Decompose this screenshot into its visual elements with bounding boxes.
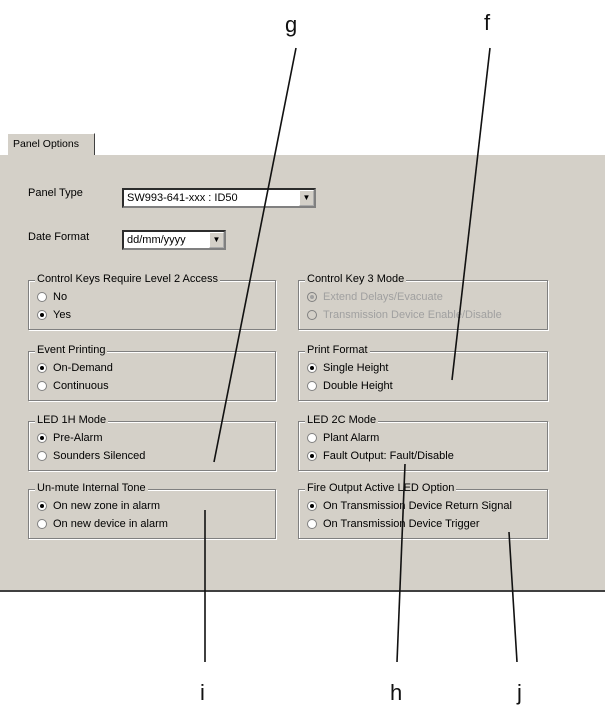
led-2c-group: LED 2C Mode Plant Alarm Fault Output: Fa… — [298, 414, 548, 471]
group-title: LED 2C Mode — [305, 414, 379, 426]
option-label: Transmission Device Enable/Disable — [323, 309, 502, 321]
print-format-group: Print Format Single Height Double Height — [298, 344, 548, 401]
option-label: Extend Delays/Evacuate — [323, 291, 443, 303]
radio-new-zone[interactable]: On new zone in alarm — [37, 500, 160, 512]
radio-continuous[interactable]: Continuous — [37, 380, 109, 392]
fire-output-led-group: Fire Output Active LED Option On Transmi… — [298, 482, 548, 539]
radio-transmission-enable[interactable]: Transmission Device Enable/Disable — [307, 309, 502, 321]
group-title: Print Format — [305, 344, 370, 356]
radio-pre-alarm[interactable]: Pre-Alarm — [37, 432, 103, 444]
date-format-select[interactable]: dd/mm/yyyy ▼ — [122, 230, 226, 250]
radio-sounders-silenced[interactable]: Sounders Silenced — [37, 450, 145, 462]
radio-selected-icon — [307, 501, 317, 511]
option-label: Pre-Alarm — [53, 432, 103, 444]
radio-selected-icon — [307, 363, 317, 373]
radio-icon — [37, 519, 47, 529]
radio-icon — [37, 292, 47, 302]
panel-type-select[interactable]: SW993-641-xxx : ID50 ▼ — [122, 188, 316, 208]
date-format-value: dd/mm/yyyy — [127, 234, 186, 246]
group-title: Control Keys Require Level 2 Access — [35, 273, 220, 285]
radio-selected-icon — [37, 310, 47, 320]
radio-on-demand[interactable]: On-Demand — [37, 362, 113, 374]
date-format-label: Date Format — [28, 231, 90, 243]
radio-icon — [307, 381, 317, 391]
radio-selected-icon — [37, 363, 47, 373]
chevron-down-icon[interactable]: ▼ — [299, 190, 314, 206]
radio-extend-delays[interactable]: Extend Delays/Evacuate — [307, 291, 443, 303]
panel-type-value: SW993-641-xxx : ID50 — [127, 192, 238, 204]
option-label: On Transmission Device Return Signal — [323, 500, 512, 512]
option-label: Single Height — [323, 362, 389, 374]
radio-icon — [37, 451, 47, 461]
panel-type-label: Panel Type — [28, 187, 83, 199]
option-label: Sounders Silenced — [53, 450, 146, 462]
radio-return-signal[interactable]: On Transmission Device Return Signal — [307, 500, 512, 512]
radio-selected-icon — [307, 451, 317, 461]
callout-h: h — [390, 680, 403, 705]
callout-j: j — [517, 680, 522, 705]
group-title: Control Key 3 Mode — [305, 273, 407, 285]
group-title: Event Printing — [35, 344, 108, 356]
option-label: Yes — [53, 309, 71, 321]
radio-icon — [307, 519, 317, 529]
radio-device-trigger[interactable]: On Transmission Device Trigger — [307, 518, 480, 530]
radio-single-height[interactable]: Single Height — [307, 362, 388, 374]
panel-bottom-border — [0, 590, 605, 592]
radio-fault-output[interactable]: Fault Output: Fault/Disable — [307, 450, 454, 462]
radio-no[interactable]: No — [37, 291, 67, 303]
radio-icon — [307, 433, 317, 443]
radio-icon — [307, 310, 317, 320]
callout-f: f — [484, 10, 491, 35]
group-title: Fire Output Active LED Option — [305, 482, 457, 494]
option-label: Double Height — [323, 380, 393, 392]
option-label: On Transmission Device Trigger — [323, 518, 480, 530]
option-label: On-Demand — [53, 362, 113, 374]
radio-yes[interactable]: Yes — [37, 309, 71, 321]
radio-selected-icon — [37, 433, 47, 443]
group-title: LED 1H Mode — [35, 414, 109, 426]
radio-selected-icon — [307, 292, 317, 302]
group-title: Un-mute Internal Tone — [35, 482, 148, 494]
tab-panel-options[interactable]: Panel Options — [7, 133, 95, 155]
radio-new-device[interactable]: On new device in alarm — [37, 518, 168, 530]
radio-selected-icon — [37, 501, 47, 511]
chevron-down-icon[interactable]: ▼ — [209, 232, 224, 248]
option-label: No — [53, 291, 68, 303]
control-keys-group: Control Keys Require Level 2 Access No Y… — [28, 273, 276, 330]
callout-g: g — [285, 12, 298, 37]
option-label: Continuous — [53, 380, 109, 392]
option-label: On new device in alarm — [53, 518, 168, 530]
event-printing-group: Event Printing On-Demand Continuous — [28, 344, 276, 401]
option-label: Fault Output: Fault/Disable — [323, 450, 454, 462]
callout-i: i — [200, 680, 205, 705]
radio-plant-alarm[interactable]: Plant Alarm — [307, 432, 379, 444]
control-key3-group: Control Key 3 Mode Extend Delays/Evacuat… — [298, 273, 548, 330]
unmute-tone-group: Un-mute Internal Tone On new zone in ala… — [28, 482, 276, 539]
panel-options-page: Panel Type SW993-641-xxx : ID50 ▼ Date F… — [0, 154, 605, 591]
option-label: On new zone in alarm — [53, 500, 160, 512]
option-label: Plant Alarm — [323, 432, 380, 444]
led-1h-group: LED 1H Mode Pre-Alarm Sounders Silenced — [28, 414, 276, 471]
radio-double-height[interactable]: Double Height — [307, 380, 393, 392]
radio-icon — [37, 381, 47, 391]
